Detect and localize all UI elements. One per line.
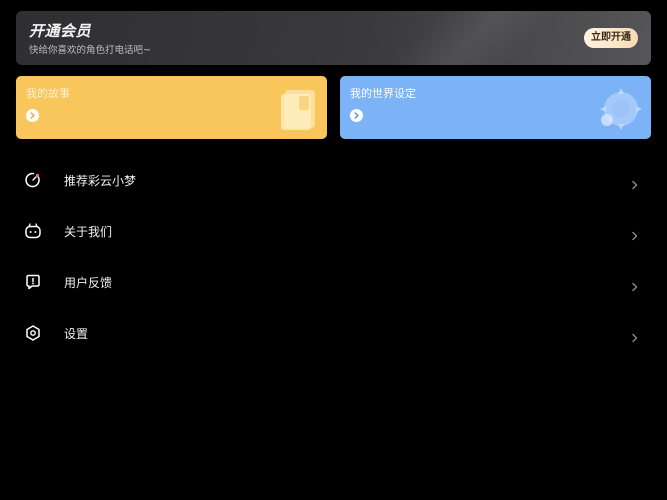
banner-shine — [339, 11, 603, 65]
my-world-card[interactable]: 我的世界设定 — [340, 76, 651, 139]
chevron-right-icon — [631, 277, 639, 292]
my-story-label: 我的故事 — [26, 87, 70, 100]
chevron-right-icon — [631, 328, 639, 343]
my-story-card[interactable]: 我的故事 — [16, 76, 327, 139]
arrow-right-icon — [350, 109, 363, 122]
menu-item-about[interactable]: 关于我们 — [0, 206, 667, 257]
menu-item-label: 关于我们 — [64, 225, 113, 239]
my-world-label: 我的世界设定 — [350, 87, 416, 100]
menu-item-label: 推荐彩云小梦 — [64, 174, 137, 188]
about-icon — [24, 222, 42, 240]
recommend-icon — [24, 171, 42, 189]
chevron-right-icon — [631, 175, 639, 190]
menu-item-feedback[interactable]: 用户反馈 — [0, 257, 667, 308]
vip-subtitle: 快给你喜欢的角色打电话吧~ — [29, 45, 151, 56]
vip-title: 开通会员 — [29, 22, 92, 40]
menu-item-label: 设置 — [64, 327, 89, 341]
vip-banner[interactable]: 开通会员 快给你喜欢的角色打电话吧~ 立即开通 — [16, 11, 651, 65]
book-icon — [279, 84, 321, 136]
arrow-right-icon — [26, 109, 39, 122]
menu-item-recommend[interactable]: 推荐彩云小梦 — [0, 155, 667, 206]
menu-item-settings[interactable]: 设置 — [0, 308, 667, 359]
menu-item-label: 用户反馈 — [64, 276, 113, 290]
settings-icon — [24, 324, 42, 342]
chevron-right-icon — [631, 226, 639, 241]
feedback-icon — [24, 273, 42, 291]
globe-gear-icon — [593, 84, 645, 138]
open-vip-button[interactable]: 立即开通 — [584, 28, 638, 48]
